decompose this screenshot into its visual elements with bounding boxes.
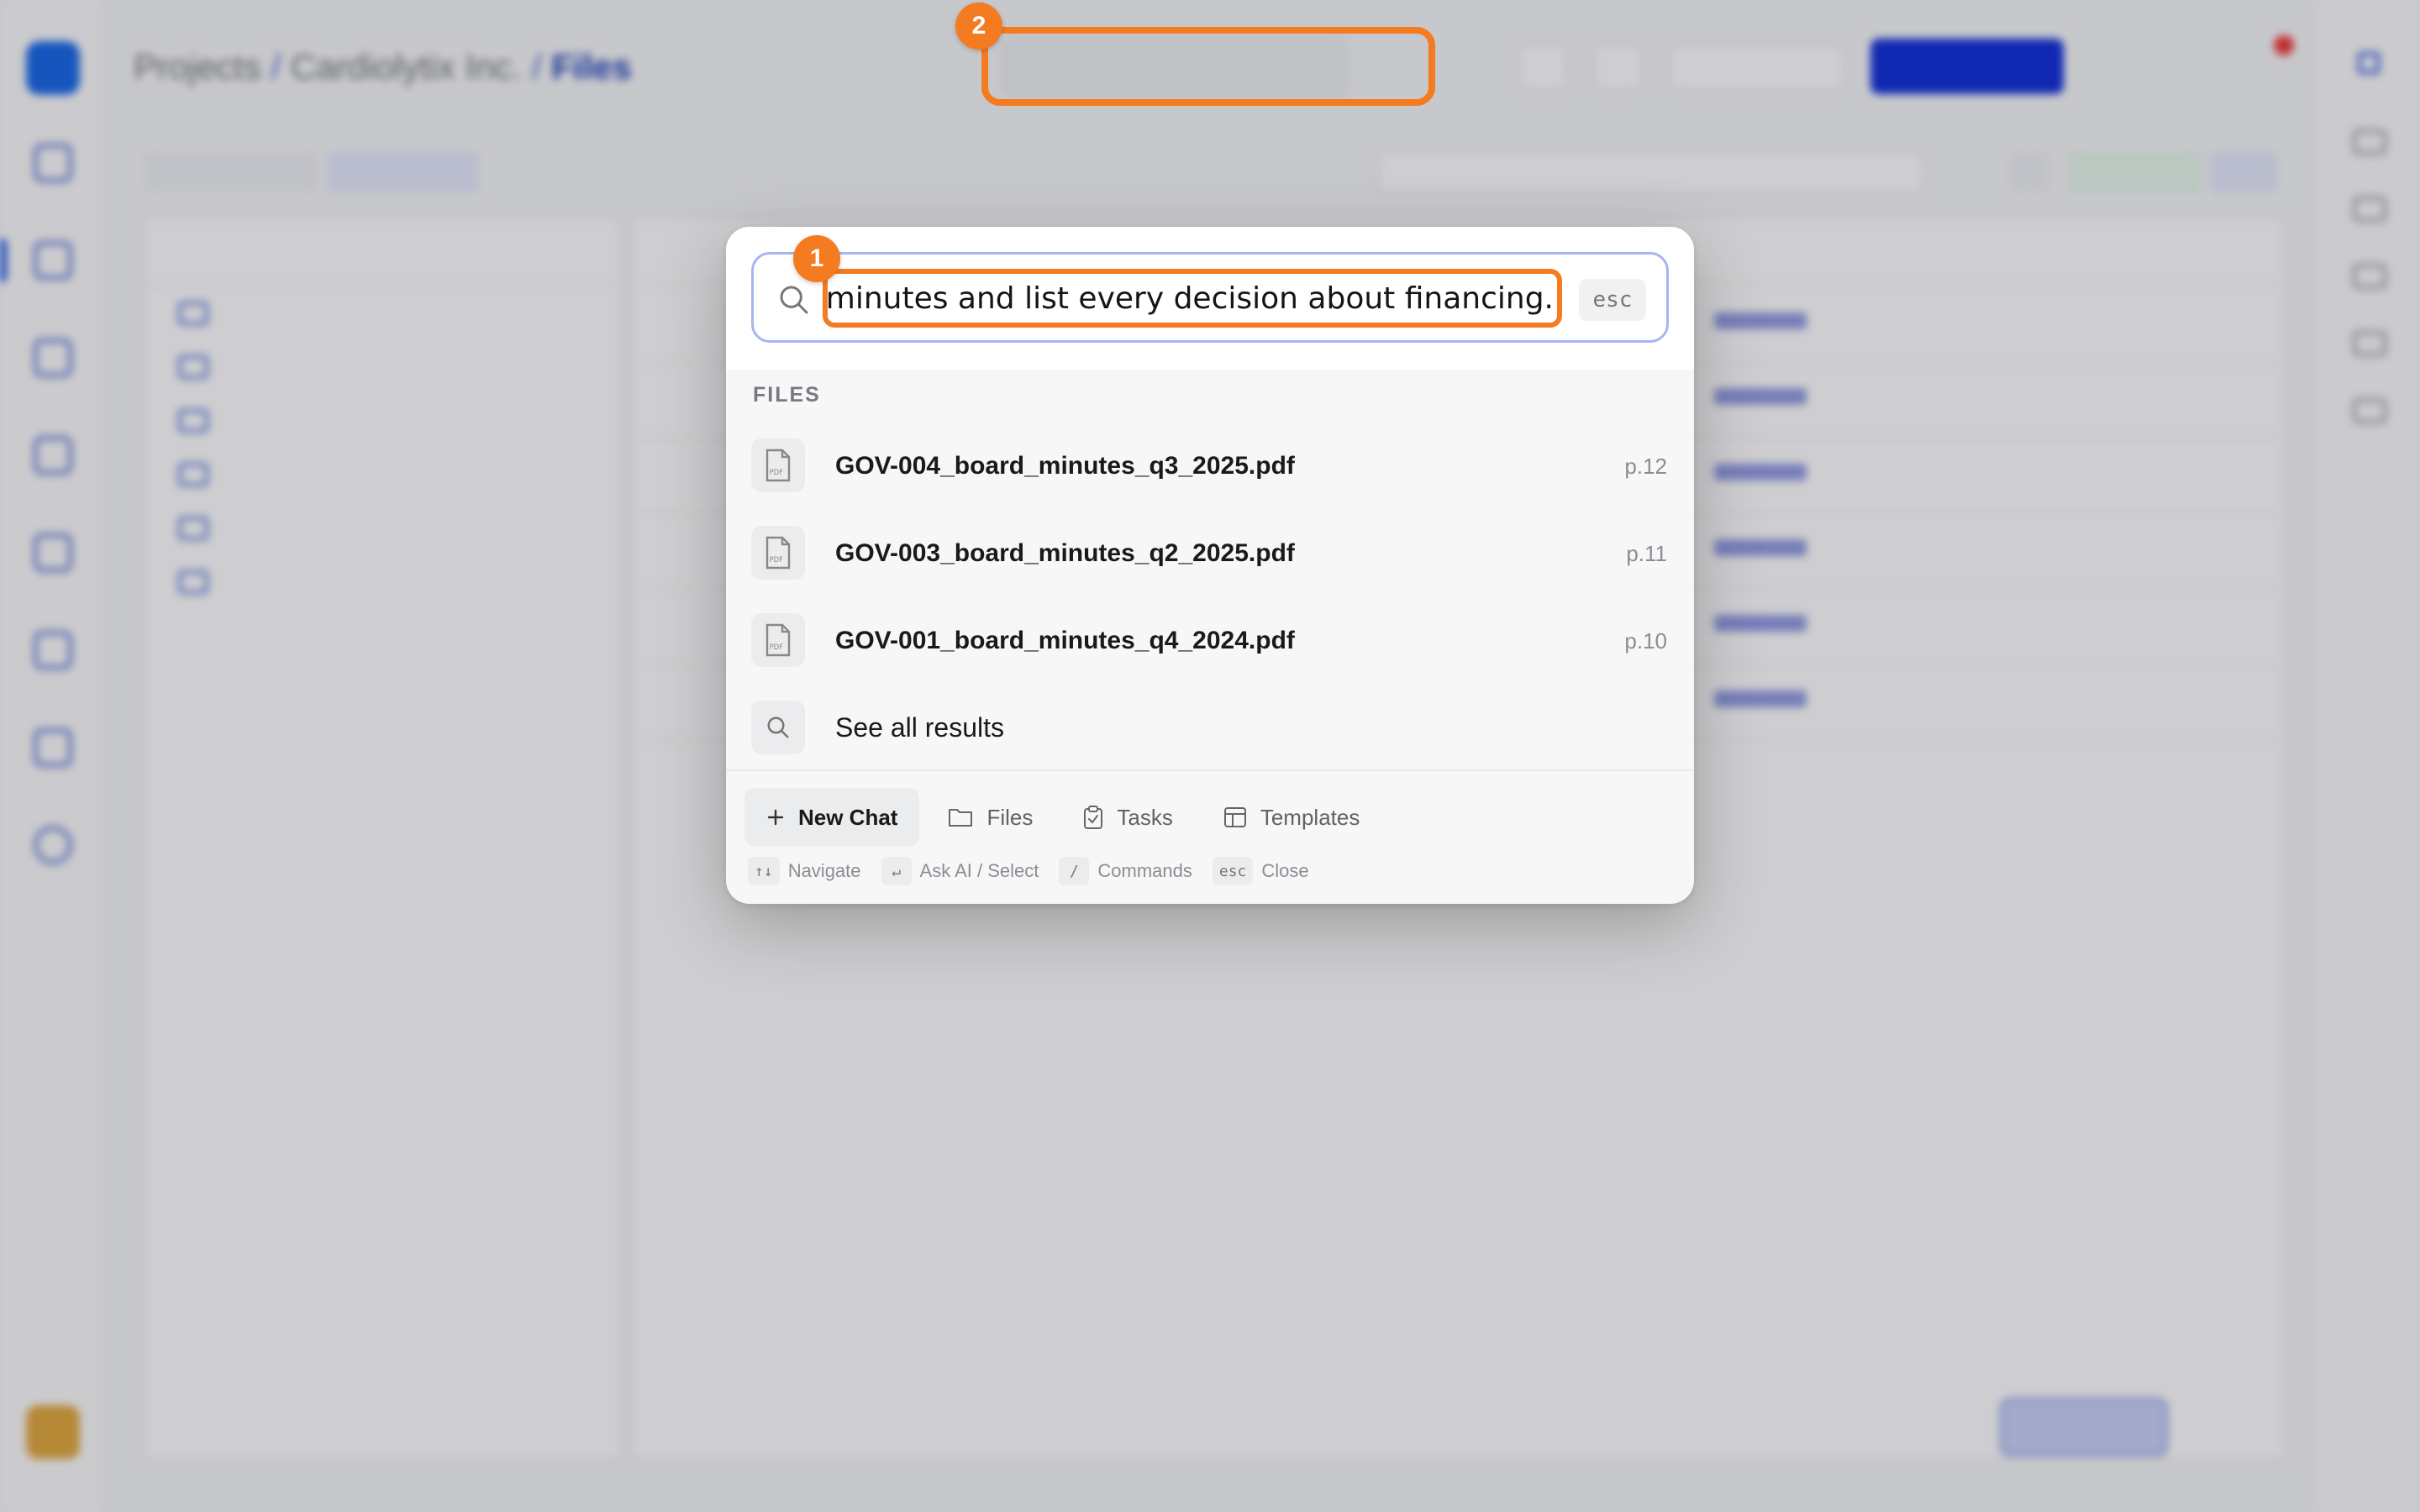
palette-query-input[interactable]: Read the board meeting minutes and list …: [823, 269, 1562, 328]
hint-ask-ai: ↵ Ask AI / Select: [881, 857, 1039, 885]
palette-tabs: New Chat Files Tasks Templates: [744, 788, 1381, 847]
hint-label: Navigate: [787, 860, 861, 881]
hint-key: esc: [1212, 857, 1254, 885]
hint-key: ↑↓: [748, 857, 780, 885]
hint-key: /: [1059, 857, 1090, 885]
result-item[interactable]: PDF GOV-001_board_minutes_q4_2024.pdf p.…: [751, 605, 1669, 675]
result-name: GOV-004_board_minutes_q3_2025.pdf: [835, 452, 1295, 480]
tab-label: Templates: [1260, 804, 1360, 830]
pdf-file-icon: PDF: [751, 526, 805, 580]
see-all-results[interactable]: See all results: [751, 692, 1669, 763]
tab-label: Files: [986, 804, 1034, 830]
result-item[interactable]: PDF GOV-003_board_minutes_q2_2025.pdf p.…: [751, 517, 1669, 588]
pdf-file-icon: PDF: [751, 438, 805, 492]
palette-search-box[interactable]: Read the board meeting minutes and list …: [751, 252, 1669, 343]
tab-templates[interactable]: Templates: [1202, 788, 1382, 847]
annotation-marker-1: 1: [793, 235, 840, 282]
svg-text:PDF: PDF: [770, 643, 783, 651]
template-icon: [1223, 807, 1246, 827]
result-name: GOV-003_board_minutes_q2_2025.pdf: [835, 539, 1295, 567]
hint-label: Ask AI / Select: [919, 860, 1039, 881]
plus-icon: [767, 809, 784, 826]
result-page: p.11: [1626, 541, 1667, 566]
result-item[interactable]: PDF GOV-004_board_minutes_q3_2025.pdf p.…: [751, 430, 1669, 501]
clipboard-check-icon: [1084, 806, 1103, 829]
command-palette: Read the board meeting minutes and list …: [726, 227, 1694, 904]
pdf-file-icon: PDF: [751, 613, 805, 667]
hint-close: esc Close: [1212, 857, 1309, 885]
tab-files[interactable]: Files: [926, 788, 1055, 847]
result-page: p.12: [1624, 454, 1667, 479]
files-section-label: FILES: [753, 383, 821, 407]
annotation-marker-2: 2: [955, 3, 1002, 50]
topbar-search-highlight: [981, 27, 1435, 106]
tab-label: Tasks: [1117, 804, 1173, 830]
tab-new-chat[interactable]: New Chat: [744, 788, 920, 847]
hint-commands: / Commands: [1059, 857, 1192, 885]
tab-tasks[interactable]: Tasks: [1061, 788, 1194, 847]
search-icon: [780, 286, 808, 314]
query-text: Read the board meeting minutes and list …: [825, 281, 1554, 316]
folder-icon: [949, 809, 973, 827]
tab-label: New Chat: [798, 804, 898, 830]
hint-key: ↵: [881, 857, 912, 885]
see-all-label: See all results: [835, 712, 1004, 743]
esc-badge[interactable]: esc: [1579, 279, 1646, 321]
hint-label: Commands: [1097, 860, 1192, 881]
keyboard-hints: ↑↓ Navigate ↵ Ask AI / Select / Commands…: [748, 857, 1309, 885]
hint-label: Close: [1261, 860, 1309, 881]
search-icon: [751, 701, 805, 754]
svg-text:PDF: PDF: [770, 555, 783, 564]
svg-text:PDF: PDF: [770, 468, 783, 476]
result-page: p.10: [1624, 628, 1667, 654]
palette-divider: [726, 769, 1694, 771]
result-name: GOV-001_board_minutes_q4_2024.pdf: [835, 627, 1295, 654]
hint-navigate: ↑↓ Navigate: [748, 857, 861, 885]
